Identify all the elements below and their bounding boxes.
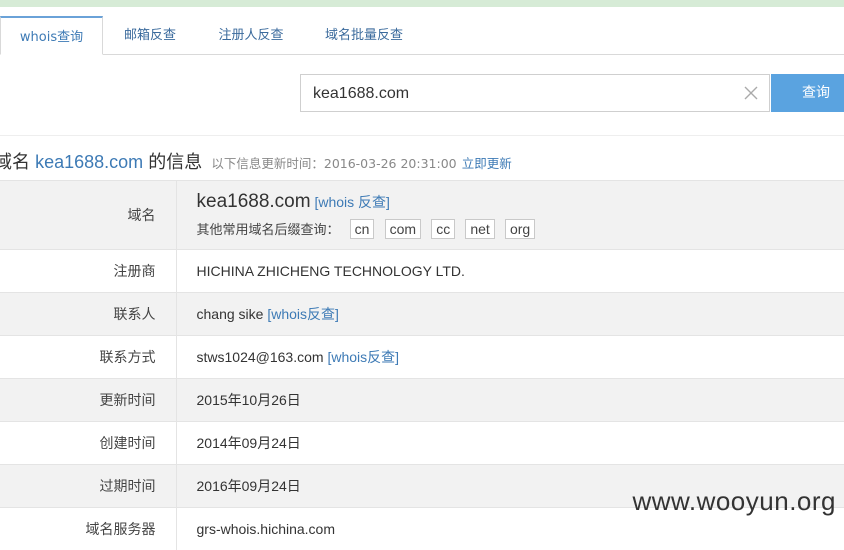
- email-reverse-link[interactable]: [whois反查]: [327, 349, 399, 365]
- row-label: 域名: [0, 181, 176, 250]
- suffix-row: 其他常用域名后缀查询： cn com cc net org: [197, 219, 844, 239]
- search-box: [300, 74, 770, 112]
- search-button[interactable]: 查询: [771, 74, 844, 112]
- tab-bar: whois查询 邮箱反查 注册人反查 域名批量反查: [0, 16, 844, 55]
- email-value: stws1024@163.com: [197, 349, 324, 365]
- suffix-label: 其他常用域名后缀查询：: [197, 223, 340, 238]
- table-row: 注册商 HICHINA ZHICHENG TECHNOLOGY LTD.: [0, 250, 844, 293]
- whois-reverse-link[interactable]: [whois 反查]: [314, 194, 389, 210]
- tab-email-reverse[interactable]: 邮箱反查: [110, 16, 190, 53]
- row-label: 联系方式: [0, 336, 176, 379]
- update-time: 以下信息更新时间：2016-03-26 20:31:00: [211, 156, 456, 171]
- info-domain: kea1688.com: [35, 152, 143, 172]
- watermark: www.wooyun.org: [632, 486, 836, 517]
- row-label: 过期时间: [0, 465, 176, 508]
- search-input[interactable]: [311, 75, 735, 113]
- table-row: 域名 kea1688.com [whois 反查] 其他常用域名后缀查询： cn…: [0, 181, 844, 250]
- contact-reverse-link[interactable]: [whois反查]: [267, 306, 339, 322]
- table-row: 联系人 chang sike [whois反查]: [0, 293, 844, 336]
- row-label: 联系人: [0, 293, 176, 336]
- suffix-cn[interactable]: cn: [350, 219, 375, 239]
- domain-value: kea1688.com: [197, 191, 311, 212]
- table-row: 更新时间 2015年10月26日: [0, 379, 844, 422]
- suffix-net[interactable]: net: [465, 219, 494, 239]
- tab-whois[interactable]: whois查询: [0, 16, 103, 55]
- tab-registrant-reverse[interactable]: 注册人反查: [205, 16, 297, 53]
- row-label: 域名服务器: [0, 508, 176, 550]
- clear-icon[interactable]: [741, 83, 761, 103]
- table-row: 创建时间 2014年09月24日: [0, 422, 844, 465]
- row-value: chang sike [whois反查]: [176, 293, 844, 336]
- row-value: stws1024@163.com [whois反查]: [176, 336, 844, 379]
- registrar-value: HICHINA ZHICHENG TECHNOLOGY LTD.: [176, 250, 844, 293]
- top-accent-bar: [0, 0, 844, 7]
- created-value: 2014年09月24日: [176, 422, 844, 465]
- row-label: 创建时间: [0, 422, 176, 465]
- contact-value: chang sike: [197, 306, 264, 322]
- tab-batch-reverse[interactable]: 域名批量反查: [312, 16, 416, 53]
- row-label: 注册商: [0, 250, 176, 293]
- suffix-com[interactable]: com: [385, 219, 421, 239]
- info-header: 域名 kea1688.com 的信息 以下信息更新时间：2016-03-26 2…: [0, 148, 512, 174]
- search-area: 查询: [0, 55, 844, 136]
- info-suffix: 的信息: [148, 152, 202, 173]
- suffix-org[interactable]: org: [505, 219, 535, 239]
- row-label: 更新时间: [0, 379, 176, 422]
- table-row: 联系方式 stws1024@163.com [whois反查]: [0, 336, 844, 379]
- info-prefix: 域名: [0, 152, 30, 173]
- updated-value: 2015年10月26日: [176, 379, 844, 422]
- suffix-cc[interactable]: cc: [431, 219, 455, 239]
- row-value: kea1688.com [whois 反查] 其他常用域名后缀查询： cn co…: [176, 181, 844, 250]
- refresh-link[interactable]: 立即更新: [462, 156, 512, 171]
